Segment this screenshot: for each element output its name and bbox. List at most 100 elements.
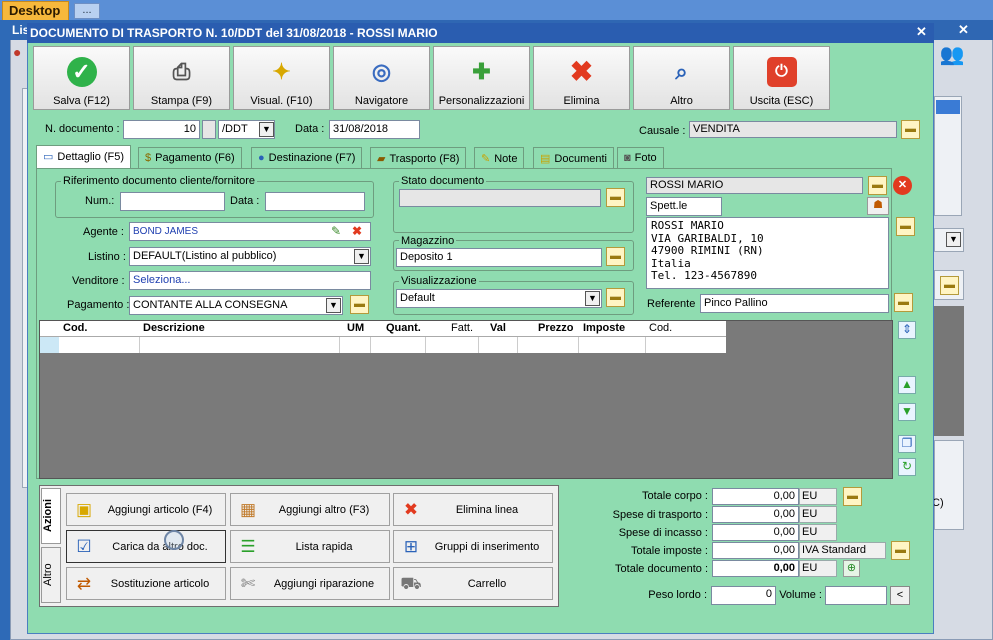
refresh-icon[interactable]: ↻ xyxy=(898,458,916,476)
delete-button[interactable]: ✖ Elimina xyxy=(533,46,630,110)
causale-folder-icon[interactable]: ▬ xyxy=(901,120,920,139)
col-fatt[interactable]: Fatt. xyxy=(451,322,473,334)
referente-field[interactable]: Pinco Pallino xyxy=(700,294,889,313)
totale-imposte-unit[interactable]: IVA Standard xyxy=(799,542,886,559)
totale-imposte-folder-icon[interactable]: ▬ xyxy=(891,541,910,560)
tab-note[interactable]: ✎ Note xyxy=(474,147,525,168)
stato-group-title: Stato documento xyxy=(399,175,487,187)
delete-line-button[interactable]: ✖ Elimina linea xyxy=(393,493,553,526)
customize-label: Personalizzazioni xyxy=(438,95,525,107)
save-button[interactable]: ✓ Salva (F12) xyxy=(33,46,130,110)
visualizzazione-select[interactable]: Default xyxy=(396,289,602,308)
cliente-name-field[interactable]: ROSSI MARIO xyxy=(646,177,863,194)
sort-arrows-icon[interactable]: ⇕ xyxy=(898,321,916,339)
spese-trasporto-value[interactable]: 0,00 xyxy=(712,506,799,523)
navigator-button[interactable]: ◎ Navigatore xyxy=(333,46,430,110)
rif-group-title: Riferimento documento cliente/fornitore xyxy=(61,175,257,187)
doc-number-input[interactable]: 10 xyxy=(123,120,200,139)
background-dropdown-arrow-icon[interactable]: ▼ xyxy=(946,232,961,247)
spese-incasso-value[interactable]: 0,00 xyxy=(712,524,799,541)
cart-button[interactable]: ⛟ Carrello xyxy=(393,567,553,600)
grid-divider xyxy=(139,337,140,353)
tab-dettaglio[interactable]: ▭ Dettaglio (F5) xyxy=(36,145,132,169)
edit-pencil-icon[interactable]: ✎ xyxy=(331,224,341,238)
volume-button[interactable]: < xyxy=(890,586,910,605)
address-folder-icon[interactable]: ▬ xyxy=(896,217,915,236)
address-card-icon[interactable]: ☗ xyxy=(867,197,889,215)
customize-button[interactable]: ✚ Personalizzazioni xyxy=(433,46,530,110)
col-val[interactable]: Val xyxy=(490,322,506,334)
other-button[interactable]: ⌕ Altro xyxy=(633,46,730,110)
referente-folder-icon[interactable]: ▬ xyxy=(894,293,913,312)
background-folder-icon[interactable]: ▬ xyxy=(940,276,959,295)
replace-article-button[interactable]: ⇄ Sostituzione articolo xyxy=(66,567,226,600)
quick-list-button[interactable]: ☰ Lista rapida xyxy=(230,530,390,563)
background-users-icon[interactable]: 👥 xyxy=(937,42,967,72)
stato-folder-icon[interactable]: ▬ xyxy=(606,188,625,207)
tab-foto[interactable]: ◙ Foto xyxy=(617,147,664,168)
stato-field[interactable] xyxy=(399,189,601,207)
pagamento-select[interactable]: CONTANTE ALLA CONSEGNA xyxy=(129,296,343,315)
causale-field[interactable]: VENDITA xyxy=(689,121,897,138)
col-descrizione[interactable]: Descrizione xyxy=(143,322,205,334)
tab-more[interactable]: ... xyxy=(74,3,100,19)
col-cod[interactable]: Cod. xyxy=(63,322,87,334)
pagamento-folder-icon[interactable]: ▬ xyxy=(350,295,369,314)
load-doc-label: Carica da altro doc. xyxy=(112,541,208,553)
magazzino-field[interactable]: Deposito 1 xyxy=(396,248,602,267)
move-up-icon[interactable]: ▲ xyxy=(898,376,916,394)
print-button[interactable]: ⎙ Stampa (F9) xyxy=(133,46,230,110)
date-input[interactable]: 31/08/2018 xyxy=(329,120,420,139)
listino-dropdown-icon[interactable]: ▼ xyxy=(354,249,369,264)
tab-destinazione[interactable]: ● Destinazione (F7) xyxy=(251,147,363,168)
col-prezzo[interactable]: Prezzo xyxy=(538,322,573,334)
row-selector[interactable] xyxy=(40,337,59,353)
cliente-remove-icon[interactable]: ✕ xyxy=(893,176,912,195)
salutation-field[interactable]: Spett.le xyxy=(646,197,722,216)
dialog-close-icon[interactable]: ✕ xyxy=(916,24,927,40)
add-other-button[interactable]: ▦ Aggiungi altro (F3) xyxy=(230,493,390,526)
totale-corpo-folder-icon[interactable]: ▬ xyxy=(843,487,862,506)
address-box[interactable]: ROSSI MARIO VIA GARIBALDI, 10 47900 RIMI… xyxy=(646,217,889,289)
insert-groups-button[interactable]: ⊞ Gruppi di inserimento xyxy=(393,530,553,563)
repair-button[interactable]: ✄ Aggiungi riparazione xyxy=(230,567,390,600)
visualizzazione-folder-icon[interactable]: ▬ xyxy=(606,288,625,307)
peso-lordo-value[interactable]: 0 xyxy=(711,586,776,605)
clear-x-icon[interactable]: ✖ xyxy=(352,224,362,238)
load-doc-button[interactable]: ☑ Carica da altro doc. xyxy=(66,530,226,563)
tab-pagamento[interactable]: $ Pagamento (F6) xyxy=(138,147,242,168)
pagamento-dropdown-icon[interactable]: ▼ xyxy=(326,298,341,313)
rif-num-input[interactable] xyxy=(120,192,225,211)
tab-azioni[interactable]: Azioni xyxy=(41,488,61,544)
listino-select[interactable]: DEFAULT(Listino al pubblico) xyxy=(129,247,371,266)
table-row[interactable] xyxy=(40,336,726,353)
address-line: Tel. 123-4567890 xyxy=(651,269,757,282)
exit-button[interactable]: ⏻ Uscita (ESC) xyxy=(733,46,830,110)
dialog-title: DOCUMENTO DI TRASPORTO N. 10/DDT del 31/… xyxy=(30,26,438,40)
other-label: Altro xyxy=(670,95,693,107)
col-um[interactable]: UM xyxy=(347,322,364,334)
col-imposte[interactable]: Imposte xyxy=(583,322,625,334)
doc-series-dropdown-icon[interactable]: ▼ xyxy=(259,122,274,137)
magazzino-folder-icon[interactable]: ▬ xyxy=(606,247,625,266)
col-cod2[interactable]: Cod. xyxy=(649,322,672,334)
totale-documento-value: 0,00 xyxy=(712,560,799,577)
note-icon: ✎ xyxy=(481,153,491,165)
tab-desktop[interactable]: Desktop xyxy=(2,1,70,20)
venditore-field[interactable]: Seleziona... xyxy=(129,271,371,290)
tab-trasporto[interactable]: ▰ Trasporto (F8) xyxy=(370,147,467,168)
rif-date-input[interactable] xyxy=(265,192,365,211)
background-close-icon[interactable]: ✕ xyxy=(958,22,969,38)
col-quant[interactable]: Quant. xyxy=(386,322,421,334)
volume-value[interactable] xyxy=(825,586,887,605)
zoom-in-icon[interactable]: ⊕ xyxy=(843,560,860,577)
tab-documenti[interactable]: ▤ Documenti xyxy=(533,147,614,168)
cliente-folder-icon[interactable]: ▬ xyxy=(868,176,887,195)
move-down-icon[interactable]: ▼ xyxy=(898,403,916,421)
add-article-button[interactable]: ▣ Aggiungi articolo (F4) xyxy=(66,493,226,526)
load-doc-icon: ☑ xyxy=(76,537,92,556)
visual-button[interactable]: ✦ Visual. (F10) xyxy=(233,46,330,110)
visualizzazione-dropdown-icon[interactable]: ▼ xyxy=(585,291,600,306)
tab-altro[interactable]: Altro xyxy=(41,547,61,603)
copy-icon[interactable]: ❐ xyxy=(898,435,916,453)
